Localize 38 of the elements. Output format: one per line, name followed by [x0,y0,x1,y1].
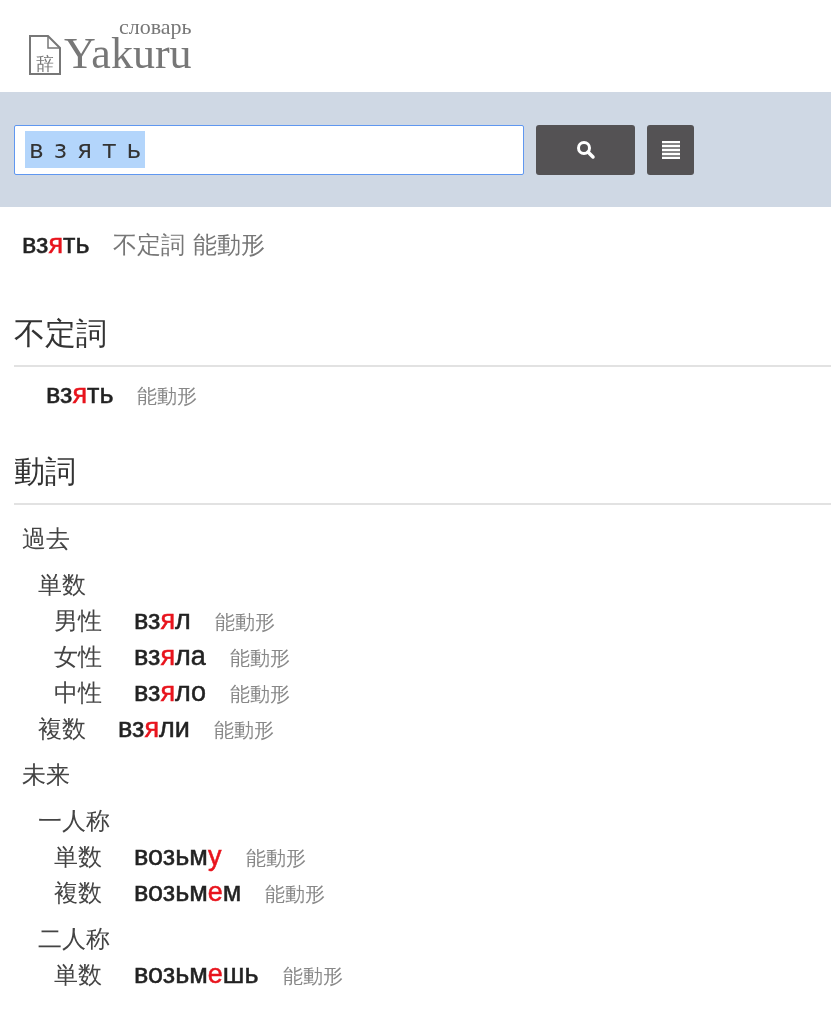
search-field[interactable]: в з я т ь [14,124,524,175]
form-label: 男性 [54,606,102,637]
section-heading: 不定詞 [14,277,831,367]
group-label: 未来 [22,760,71,791]
word-tags: 不定詞 能動形 [113,229,266,261]
menu-button[interactable] [647,124,694,175]
form-label: 女性 [54,642,102,673]
voice-tag: 能動形 [214,609,275,636]
russian-word: возьмешь [134,959,259,990]
dictionary-icon: 辞 [28,32,62,76]
russian-word: взять [46,379,114,410]
russian-word: взять [22,229,90,260]
form-label: 中性 [54,678,102,709]
form-label: 複数 [54,878,102,909]
russian-word: взял [134,605,191,636]
group-label: 過去 [22,524,71,555]
russian-word: возьму [134,841,222,872]
search-button[interactable] [536,124,635,175]
voice-tag: 能動形 [229,645,290,672]
voice-tag: 能動形 [213,717,274,744]
russian-word: взяло [134,677,207,708]
voice-tag: 能動形 [245,845,306,872]
russian-word: взяли [118,713,190,744]
group-label: 一人称 [38,806,111,837]
voice-tag: 能動形 [265,881,326,908]
voice-tag: 能動形 [282,963,343,990]
voice-tag: 能動形 [137,383,198,410]
voice-tag: 能動形 [230,681,291,708]
russian-word: возьмем [134,877,242,908]
form-label: 複数 [38,714,86,745]
menu-icon [660,140,681,159]
form-label: 単数 [54,960,102,991]
section-heading: 動詞 [14,415,831,505]
form-label: 単数 [54,842,102,873]
group-label: 単数 [38,570,87,601]
search-icon [575,139,596,160]
russian-word: взяла [134,641,206,672]
group-label: 二人称 [38,924,111,955]
